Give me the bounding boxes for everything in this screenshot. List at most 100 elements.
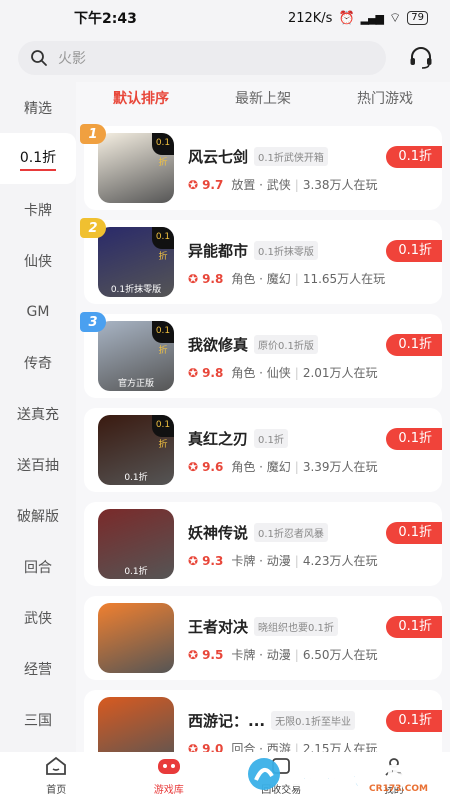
game-rating: 9.8 <box>202 365 224 380</box>
game-card[interactable]: 西游记：... 无限0.1折至毕业 ✪ 9.0 回合 · 西游 | 2.15万人在玩 0.1折 <box>84 690 442 752</box>
game-rating: 9.0 <box>202 741 224 753</box>
watermark-icon <box>248 758 280 790</box>
sidebar-item[interactable]: 仙侠 <box>0 235 76 286</box>
sort-tab[interactable]: 默认排序 <box>113 88 169 108</box>
game-rating: 9.5 <box>202 647 224 662</box>
home-icon <box>45 756 67 779</box>
game-title-row: 妖神传说 0.1折忍者风暴 <box>188 522 328 543</box>
rating-star-icon: ✪ <box>188 177 199 192</box>
network-speed: 212K/s <box>287 10 333 26</box>
game-meta: ✪ 9.5 卡牌 · 动漫 | 6.50万人在玩 <box>188 646 378 663</box>
sidebar-item[interactable]: 经营 <box>0 643 76 694</box>
customer-service-icon[interactable] <box>406 43 436 73</box>
sort-tabs: 默认排序 最新上架 热门游戏 <box>76 82 450 114</box>
sidebar-item-label: 三国 <box>24 712 52 729</box>
game-title-row: 我欲修真 原价0.1折版 <box>188 334 318 355</box>
icon-corner-badge: 0.1折 <box>152 227 174 262</box>
rank-badge: 3 <box>80 312 106 332</box>
game-meta: ✪ 9.8 角色 · 仙侠 | 2.01万人在玩 <box>188 364 378 381</box>
game-players: 6.50万人在玩 <box>302 648 378 662</box>
discount-badge: 0.1折 <box>386 522 442 544</box>
sidebar-item-label: 精选 <box>24 100 52 117</box>
game-meta: ✪ 9.6 角色 · 魔幻 | 3.39万人在玩 <box>188 458 378 475</box>
game-list-panel: 默认排序 最新上架 热门游戏 1 0.1折 风云七剑 0.1折武侠开箱 ✪ 9.7 放置 · 武… <box>76 82 450 752</box>
watermark-sub: CR173.COM <box>369 784 428 794</box>
game-name: 妖神传说 <box>188 524 249 542</box>
game-genre: 放置 · 武侠 <box>231 178 291 192</box>
meta-divider: | <box>294 365 299 380</box>
sidebar-item-label: 送百抽 <box>17 457 59 474</box>
search-icon <box>31 50 47 66</box>
game-genre: 角色 · 魔幻 <box>231 460 291 474</box>
status-time: 下午2:43 <box>74 11 137 27</box>
bottom-nav-label: 首页 <box>46 785 67 796</box>
icon-corner-badge: 0.1折 <box>152 133 174 168</box>
game-card[interactable]: 0.1折 0.1折 真红之刃 0.1折 ✪ 9.6 角色 · 魔幻 | 3.39万人在玩 0.1折 <box>84 408 442 492</box>
game-title-row: 异能都市 0.1折抹零版 <box>188 240 318 261</box>
rank-badge: 2 <box>80 218 106 238</box>
sidebar-item[interactable]: 卡牌 <box>0 184 76 235</box>
game-players: 4.23万人在玩 <box>302 554 378 568</box>
sidebar-item[interactable]: 传奇 <box>0 337 76 388</box>
game-rating: 9.7 <box>202 177 224 192</box>
meta-divider: | <box>294 647 299 662</box>
meta-divider: | <box>294 271 299 286</box>
game-genre: 卡牌 · 动漫 <box>231 648 291 662</box>
bottom-nav-item[interactable]: 首页 <box>0 752 113 800</box>
search-placeholder: 火影 <box>58 51 86 67</box>
sidebar-item[interactable]: 精选 <box>0 82 76 133</box>
game-card[interactable]: 0.1折 妖神传说 0.1折忍者风暴 ✪ 9.3 卡牌 · 动漫 | 4.23万人在玩 0.1折 <box>84 502 442 586</box>
sidebar-item[interactable]: 0.1折 <box>0 133 76 184</box>
sort-tab[interactable]: 热门游戏 <box>357 88 413 108</box>
discount-badge: 0.1折 <box>386 616 442 638</box>
game-players: 11.65万人在玩 <box>302 272 386 286</box>
meta-divider: | <box>294 553 299 568</box>
sidebar-item[interactable]: 送真充 <box>0 388 76 439</box>
game-rating: 9.3 <box>202 553 224 568</box>
game-meta: ✪ 9.0 回合 · 西游 | 2.15万人在玩 <box>188 740 378 753</box>
game-name: 王者对决 <box>188 618 249 636</box>
rating-star-icon: ✪ <box>188 271 199 286</box>
icon-label: 0.1折抹零版 <box>110 285 162 295</box>
search-input[interactable]: 火影 <box>18 41 387 75</box>
sidebar-item-label: 破解版 <box>17 508 59 525</box>
signal-icon: ▂▄▆ <box>360 11 384 25</box>
sidebar-item[interactable]: 三国 <box>0 694 76 745</box>
status-bar: 下午2:43 212K/s ⏰ ▂▄▆ ⌔ 79 <box>0 0 450 36</box>
game-name: 真红之刃 <box>188 430 249 448</box>
watermark-logo: 西西软件园 CR173.COM <box>244 752 444 796</box>
sidebar-item-label: 送真充 <box>17 406 59 423</box>
sidebar-item[interactable]: 武侠 <box>0 592 76 643</box>
game-card[interactable]: 1 0.1折 风云七剑 0.1折武侠开箱 ✪ 9.7 放置 · 武侠 | 3.38万人在玩 0.1… <box>80 124 442 210</box>
sidebar-item[interactable]: 破解版 <box>0 490 76 541</box>
game-card[interactable]: 3 0.1折 官方正版 我欲修真 原价0.1折版 ✪ 9.8 角色 · 仙侠 | 2.01万人在玩… <box>80 312 442 398</box>
game-card[interactable]: 2 0.1折 0.1折抹零版 异能都市 0.1折抹零版 ✪ 9.8 角色 · 魔幻 | 11.65… <box>80 218 442 304</box>
game-icon: 0.1折 0.1折 <box>98 415 174 485</box>
sidebar-item[interactable]: GM <box>0 286 76 337</box>
game-card[interactable]: 王者对决 晓组织也要0.1折 ✪ 9.5 卡牌 · 动漫 | 6.50万人在玩 0.1折 <box>84 596 442 680</box>
game-title-row: 西游记：... 无限0.1折至毕业 <box>188 710 356 731</box>
sidebar-item-label: 传奇 <box>24 355 52 372</box>
game-tag: 0.1折 <box>254 429 288 448</box>
game-library-icon <box>157 756 181 779</box>
game-name: 西游记：... <box>188 712 266 730</box>
game-meta: ✪ 9.3 卡牌 · 动漫 | 4.23万人在玩 <box>188 552 378 569</box>
game-rating: 9.6 <box>202 459 224 474</box>
rating-star-icon: ✪ <box>188 553 199 568</box>
discount-badge: 0.1折 <box>386 428 442 450</box>
game-players: 2.15万人在玩 <box>302 742 378 752</box>
sidebar-item-label: 武侠 <box>24 610 52 627</box>
game-tag: 0.1折忍者风暴 <box>254 523 328 542</box>
game-tag: 0.1折武侠开箱 <box>254 147 328 166</box>
game-players: 3.38万人在玩 <box>302 178 378 192</box>
bottom-nav-item[interactable]: 游戏库 <box>113 752 226 800</box>
sidebar-item[interactable]: 回合 <box>0 541 76 592</box>
search-row: 火影 <box>0 38 450 78</box>
game-title-row: 真红之刃 0.1折 <box>188 428 288 449</box>
game-genre: 卡牌 · 动漫 <box>231 554 291 568</box>
sidebar-item-label: 卡牌 <box>24 202 52 219</box>
game-genre: 角色 · 仙侠 <box>231 366 291 380</box>
sort-tab[interactable]: 最新上架 <box>235 88 291 108</box>
sidebar-item-label: GM <box>26 303 50 320</box>
sidebar-item[interactable]: 送百抽 <box>0 439 76 490</box>
